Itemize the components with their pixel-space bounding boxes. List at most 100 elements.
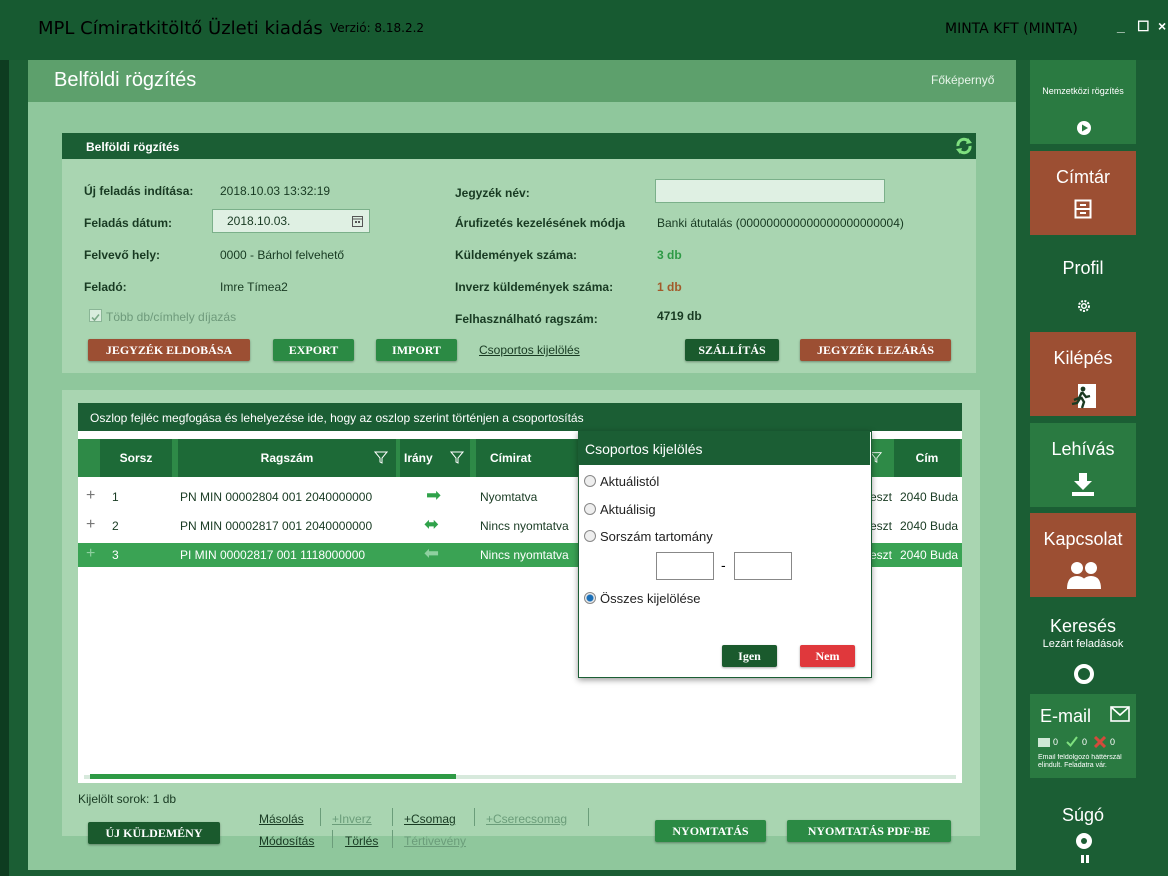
mail-icon <box>1038 738 1050 747</box>
column-cim-label: Cím <box>915 451 939 465</box>
multi-fee-checkbox[interactable] <box>89 309 102 322</box>
radio-icon <box>584 503 596 515</box>
group-select-link[interactable]: Csoportos kijelölés <box>479 343 580 357</box>
option-from-current[interactable]: Aktuálistól <box>584 474 659 489</box>
sidebar-address-book[interactable]: Címtár <box>1030 151 1136 235</box>
pickup-place-value: 0000 - Bárhol felvehető <box>220 248 345 262</box>
row-sorsz: 2 <box>112 519 119 533</box>
column-sorsz[interactable]: Sorsz <box>100 439 172 477</box>
add-package-link[interactable]: +Csomag <box>404 812 456 826</box>
refresh-icon[interactable] <box>955 137 973 155</box>
help-icon <box>1076 833 1092 863</box>
expand-icon[interactable]: + <box>86 516 95 534</box>
row-ragszam: PN MIN 00002817 001 2040000000 <box>180 519 373 533</box>
page-title: Belföldi rögzítés <box>54 69 197 91</box>
radio-icon <box>584 530 596 542</box>
inverse-count-value: 1 db <box>657 280 682 294</box>
range-to-input[interactable] <box>734 552 792 580</box>
app-title: MPL Címiratkitöltő Üzleti kiadás <box>38 18 323 39</box>
selected-rows-label: Kijelölt sorok: 1 db <box>78 792 177 806</box>
sidebar-help[interactable]: Súgó <box>1030 785 1136 869</box>
sidebar-search[interactable]: Keresés Lezárt feladások <box>1030 604 1136 688</box>
bidirectional-arrow-icon: ⬌ <box>424 514 440 534</box>
print-button[interactable]: NYOMTATÁS <box>655 820 766 842</box>
column-cimirat-label: Címirat <box>490 451 532 465</box>
sender-value: Imre Tímea2 <box>220 280 288 294</box>
export-button[interactable]: EXPORT <box>273 339 354 361</box>
delete-link[interactable]: Törlés <box>345 834 378 848</box>
maximize-button[interactable]: ☐ <box>1137 18 1150 35</box>
expand-icon[interactable]: + <box>86 487 95 505</box>
column-cim[interactable]: Cím <box>894 439 960 477</box>
barcode-count-label: Felhasználható ragszám: <box>455 312 598 326</box>
recording-panel-title: Belföldi rögzítés <box>86 140 180 154</box>
shipping-button[interactable]: SZÁLLÍTÁS <box>685 339 779 361</box>
app-version: Verzió: 8.18.2.2 <box>330 21 425 35</box>
column-cimirat[interactable]: Címirat <box>476 439 580 477</box>
column-ragszam[interactable]: Ragszám <box>178 439 396 477</box>
dispatch-date-field[interactable]: 2018.10.03. <box>212 209 370 233</box>
print-pdf-button[interactable]: NYOMTATÁS PDF-BE <box>787 820 951 842</box>
no-button[interactable]: Nem <box>800 645 855 667</box>
download-icon <box>1072 473 1094 496</box>
new-shipment-button[interactable]: ÚJ KÜLDEMÉNY <box>88 822 220 844</box>
option-range[interactable]: Sorszám tartomány <box>584 529 713 544</box>
email-count: 0 <box>1110 737 1116 747</box>
radio-selected-icon <box>584 592 596 604</box>
filter-icon[interactable] <box>450 450 464 464</box>
return-receipt-link[interactable]: Tértivevény <box>404 834 466 848</box>
yes-button[interactable]: Igen <box>722 645 777 667</box>
people-icon <box>1067 562 1101 589</box>
minimize-button[interactable]: _ <box>1117 18 1125 34</box>
sidebar-exit[interactable]: Kilépés <box>1030 332 1136 416</box>
row-sorsz: 1 <box>112 490 119 504</box>
scrollbar-thumb[interactable] <box>90 774 456 779</box>
sidebar-address-book-label: Címtár <box>1056 167 1110 187</box>
magnifier-icon <box>1074 664 1094 684</box>
calendar-icon[interactable] <box>352 215 363 227</box>
modify-link[interactable]: Módosítás <box>259 834 314 848</box>
close-list-button[interactable]: JEGYZÉK LEZÁRÁS <box>800 339 951 361</box>
option-label: Aktuálistól <box>600 474 660 489</box>
filter-icon[interactable] <box>374 450 388 464</box>
shipments-count-label: Küldemények száma: <box>455 248 578 262</box>
pickup-place-label: Felvevő hely: <box>84 248 161 262</box>
separator <box>332 830 333 848</box>
home-link[interactable]: Főképernyő <box>931 73 994 87</box>
copy-link[interactable]: Másolás <box>259 812 304 826</box>
sidebar-search-sublabel: Lezárt feladások <box>1042 638 1124 650</box>
column-sorsz-label: Sorsz <box>119 451 153 465</box>
row-cim: 2040 Buda <box>900 490 959 504</box>
group-by-hint: Oszlop fejléc megfogása és lehelyezése i… <box>90 411 584 425</box>
sidebar-help-label: Súgó <box>1061 805 1105 825</box>
add-exchange-package-link[interactable]: +Cserecsomag <box>486 812 567 826</box>
import-button[interactable]: IMPORT <box>376 339 457 361</box>
sidebar-email-label: E-mail <box>1040 706 1092 726</box>
incoming-arrow-icon: ⬅ <box>424 543 440 563</box>
range-from-input[interactable] <box>656 552 714 580</box>
column-irany[interactable]: Irány <box>400 439 470 477</box>
add-inverse-link[interactable]: +Inverz <box>332 812 372 826</box>
discard-list-button[interactable]: JEGYZÉK ELDOBÁSA <box>88 339 250 361</box>
sidebar-email[interactable]: E-mail 0 0 0 Email feldolgozó háttérszál… <box>1030 694 1136 778</box>
sidebar-profile[interactable]: Profil <box>1030 242 1136 326</box>
separator <box>474 808 475 826</box>
dispatch-date-value: 2018.10.03. <box>227 214 291 228</box>
sidebar-download[interactable]: Lehívás <box>1030 423 1136 507</box>
row-sorsz: 3 <box>112 548 119 562</box>
new-dispatch-value: 2018.10.03 13:32:19 <box>220 184 331 198</box>
separator <box>320 808 321 826</box>
sidebar-international[interactable]: Nemzetközi rögzítés <box>1030 60 1136 144</box>
window-left-edge <box>0 0 9 876</box>
error-icon <box>1094 736 1106 748</box>
sidebar-contact[interactable]: Kapcsolat <box>1030 513 1136 597</box>
list-name-input[interactable] <box>655 179 885 203</box>
company-name: MINTA KFT (MINTA) <box>945 21 1078 37</box>
close-button[interactable]: × <box>1158 18 1166 34</box>
outgoing-arrow-icon: ➡ <box>426 485 442 505</box>
sidebar-international-label: Nemzetközi rögzítés <box>1042 86 1124 96</box>
option-select-all[interactable]: Összes kijelölése <box>584 591 700 606</box>
expand-icon[interactable]: + <box>86 545 95 563</box>
option-until-current[interactable]: Aktuálisig <box>584 502 656 517</box>
sidebar-profile-label: Profil <box>1062 258 1104 278</box>
